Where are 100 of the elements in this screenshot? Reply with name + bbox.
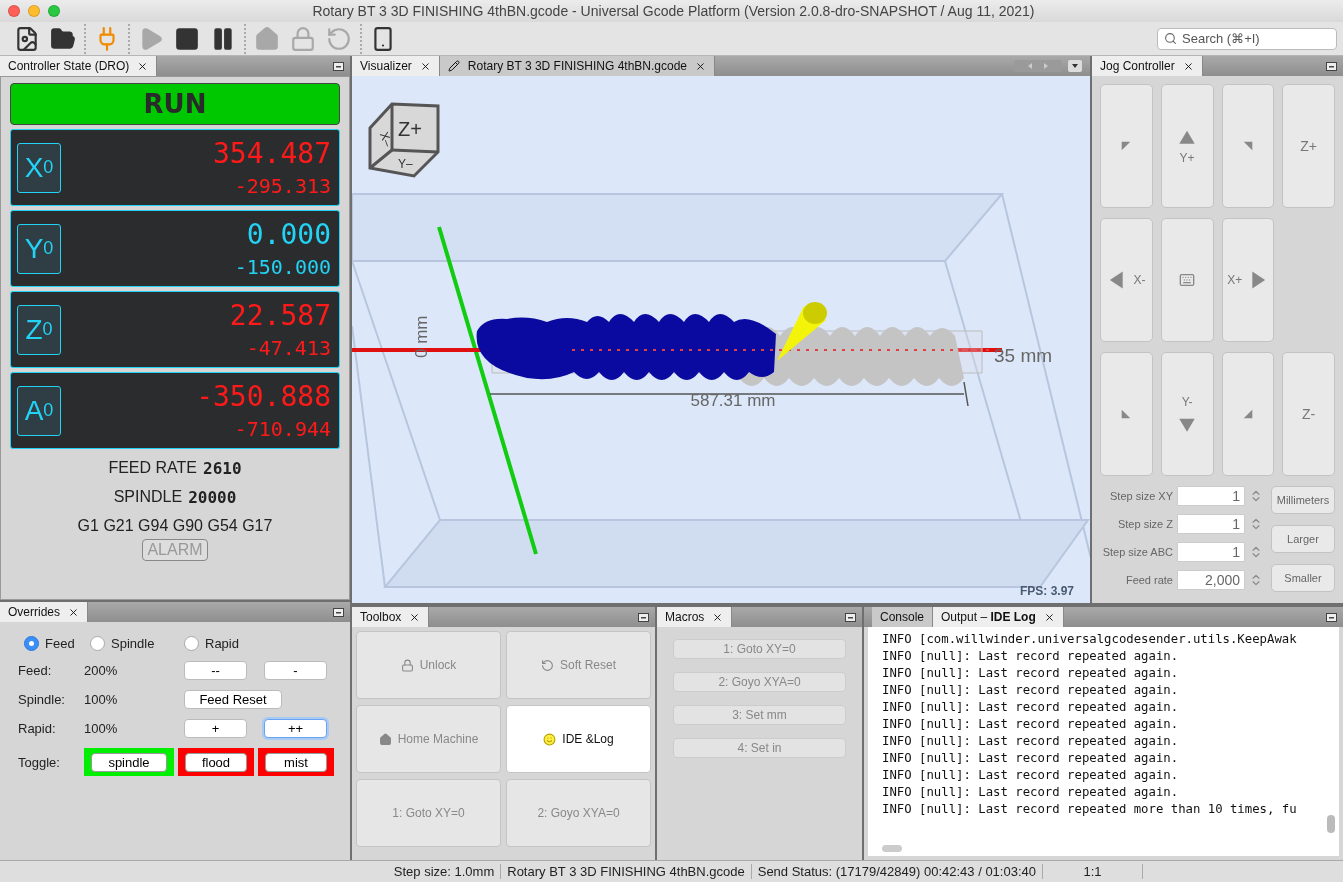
reset-icon bbox=[541, 658, 554, 672]
step-size-field[interactable]: 1 bbox=[1177, 542, 1245, 562]
step-button[interactable]: Smaller bbox=[1271, 564, 1335, 592]
step-size-field[interactable]: 1 bbox=[1177, 486, 1245, 506]
toggle-button[interactable]: spindle bbox=[91, 752, 167, 772]
minimize-icon[interactable] bbox=[845, 612, 856, 622]
step-size-field[interactable]: 1 bbox=[1177, 514, 1245, 534]
lock-icon bbox=[290, 25, 316, 52]
close-icon[interactable] bbox=[712, 611, 724, 623]
gcode-state-text: G1 G21 G94 G90 G54 G17 bbox=[77, 517, 273, 535]
minimize-icon[interactable] bbox=[638, 612, 649, 622]
reset-icon bbox=[326, 25, 352, 52]
panel-tab[interactable]: Macros bbox=[657, 607, 733, 627]
log-line: INFO [com.willwinder.universalgcodesender.utils.KeepAwak bbox=[882, 631, 1298, 648]
override-value: 100% bbox=[84, 721, 119, 736]
toggle-button[interactable]: mist bbox=[265, 752, 327, 772]
cube-face-label: X– bbox=[377, 129, 396, 149]
log-line: INFO [null]: Last record repeated again. bbox=[882, 750, 1180, 767]
override-button[interactable]: - bbox=[264, 661, 327, 680]
field-label: Step size Z bbox=[1117, 518, 1173, 530]
override-radio[interactable]: Rapid bbox=[184, 636, 274, 651]
scrollbar-thumb[interactable] bbox=[1327, 815, 1335, 833]
tab-navigation-icon[interactable] bbox=[1014, 60, 1084, 72]
minimize-icon[interactable] bbox=[333, 607, 344, 617]
home-icon bbox=[254, 25, 280, 52]
panel-tab[interactable]: Console bbox=[872, 607, 934, 627]
jog-axis-button[interactable]: Z+ bbox=[1282, 84, 1335, 208]
minimize-icon[interactable] bbox=[1326, 612, 1337, 622]
panel-tab[interactable]: Overrides bbox=[0, 602, 88, 622]
depth-dimension-label: 35 mm bbox=[994, 345, 1053, 366]
panel-tab[interactable]: Rotary BT 3 3D FINISHING 4thBN.gcode bbox=[439, 56, 715, 76]
minimize-icon[interactable] bbox=[1326, 61, 1337, 71]
log-line: INFO [null]: Last record repeated again. bbox=[882, 733, 1180, 750]
folder-icon bbox=[50, 25, 76, 52]
close-icon[interactable] bbox=[419, 60, 431, 72]
log-line: INFO [null]: Last record repeated again. bbox=[882, 699, 1180, 716]
log-line: INFO [null]: Last record repeated again. bbox=[882, 716, 1180, 733]
corner-triangle-icon bbox=[1120, 408, 1133, 420]
panel-tab[interactable]: Visualizer bbox=[352, 56, 440, 76]
close-icon[interactable] bbox=[68, 606, 79, 618]
close-window-icon[interactable] bbox=[8, 5, 20, 17]
jog-axis-button[interactable]: Y+ bbox=[1160, 84, 1214, 208]
close-icon[interactable] bbox=[1182, 60, 1194, 72]
jog-axis-button[interactable]: X+ bbox=[1221, 218, 1275, 342]
panel-tab[interactable]: Jog Controller bbox=[1092, 56, 1203, 76]
status-text: Step size: 1.0mm bbox=[387, 864, 502, 879]
pencil-icon bbox=[447, 60, 460, 72]
machine-position-value: -710.944 bbox=[234, 416, 331, 441]
search-field[interactable]: Search (⌘+I) bbox=[1157, 27, 1337, 50]
toggle-label: Toggle: bbox=[18, 754, 61, 770]
jog-axis-button[interactable]: Y- bbox=[1160, 352, 1214, 476]
step-button[interactable]: Larger bbox=[1271, 525, 1335, 553]
field-label: Step size ABC bbox=[1102, 546, 1173, 558]
override-radio[interactable]: Feed bbox=[24, 636, 90, 651]
close-icon[interactable] bbox=[1043, 611, 1055, 623]
override-button[interactable]: + bbox=[184, 719, 247, 738]
override-button[interactable]: -- bbox=[184, 661, 247, 680]
zoom-window-icon[interactable] bbox=[48, 5, 60, 17]
scrollbar-thumb[interactable] bbox=[882, 845, 902, 852]
width-dimension-label: 587.31 mm bbox=[690, 391, 776, 410]
jog-axis-button[interactable]: Z- bbox=[1282, 352, 1335, 476]
stop-icon bbox=[174, 25, 200, 52]
corner-triangle-icon bbox=[1241, 408, 1254, 420]
minimize-icon[interactable] bbox=[333, 61, 344, 71]
status-text: Rotary BT 3 3D FINISHING 4thBN.gcode bbox=[501, 864, 752, 879]
override-label: Rapid: bbox=[18, 721, 57, 736]
close-icon[interactable] bbox=[695, 60, 706, 72]
smiley-icon bbox=[543, 732, 557, 746]
log-line: INFO [null]: Last record repeated again. bbox=[882, 648, 1180, 665]
keyboard-icon bbox=[1179, 272, 1196, 288]
machine-position-value: -47.413 bbox=[246, 335, 331, 360]
feed-rate-label: FEED RATE bbox=[108, 459, 198, 478]
work-position-value: 22.587 bbox=[229, 299, 331, 332]
spindle-value: 20000 bbox=[188, 488, 237, 507]
machine-position-value: -150.000 bbox=[234, 254, 331, 279]
file-image-icon bbox=[14, 25, 40, 52]
visualizer-canvas[interactable]: Z+ Y– X– 0 mm 35 mm 587.31 mm FPS: 3.97 bbox=[352, 76, 1090, 603]
override-radio[interactable]: Spindle bbox=[90, 636, 184, 651]
spindle-label: SPINDLE bbox=[113, 488, 183, 507]
close-icon[interactable] bbox=[137, 60, 149, 72]
panel-tab[interactable]: Output – IDE Log bbox=[933, 607, 1064, 627]
panel-tab[interactable]: Toolbox bbox=[352, 607, 430, 627]
work-position-value: 354.487 bbox=[213, 137, 331, 170]
status-text: Send Status: (17179/42849) 00:42:43 / 01:03:40 bbox=[751, 864, 1043, 879]
toolbox-button[interactable]: IDE &Log bbox=[506, 705, 651, 773]
override-value: 100% bbox=[84, 692, 119, 707]
tool-cone-drawing bbox=[777, 302, 827, 361]
height-dimension-label: 0 mm bbox=[412, 315, 431, 358]
minimize-window-icon[interactable] bbox=[28, 5, 40, 17]
jog-axis-button[interactable]: X- bbox=[1100, 218, 1153, 342]
close-icon[interactable] bbox=[409, 611, 421, 623]
step-size-field[interactable]: 2,000 bbox=[1177, 570, 1245, 590]
machine-state-indicator: RUN bbox=[10, 83, 340, 125]
fps-counter: FPS: 3.97 bbox=[1019, 584, 1074, 598]
panel-tab[interactable]: Controller State (DRO) bbox=[0, 56, 158, 76]
step-button[interactable]: Millimeters bbox=[1271, 486, 1335, 514]
override-button[interactable]: ++ bbox=[264, 719, 327, 738]
cube-face-label: Y– bbox=[398, 157, 413, 171]
toggle-button[interactable]: flood bbox=[185, 752, 247, 772]
override-button[interactable]: Feed Reset bbox=[184, 690, 282, 709]
